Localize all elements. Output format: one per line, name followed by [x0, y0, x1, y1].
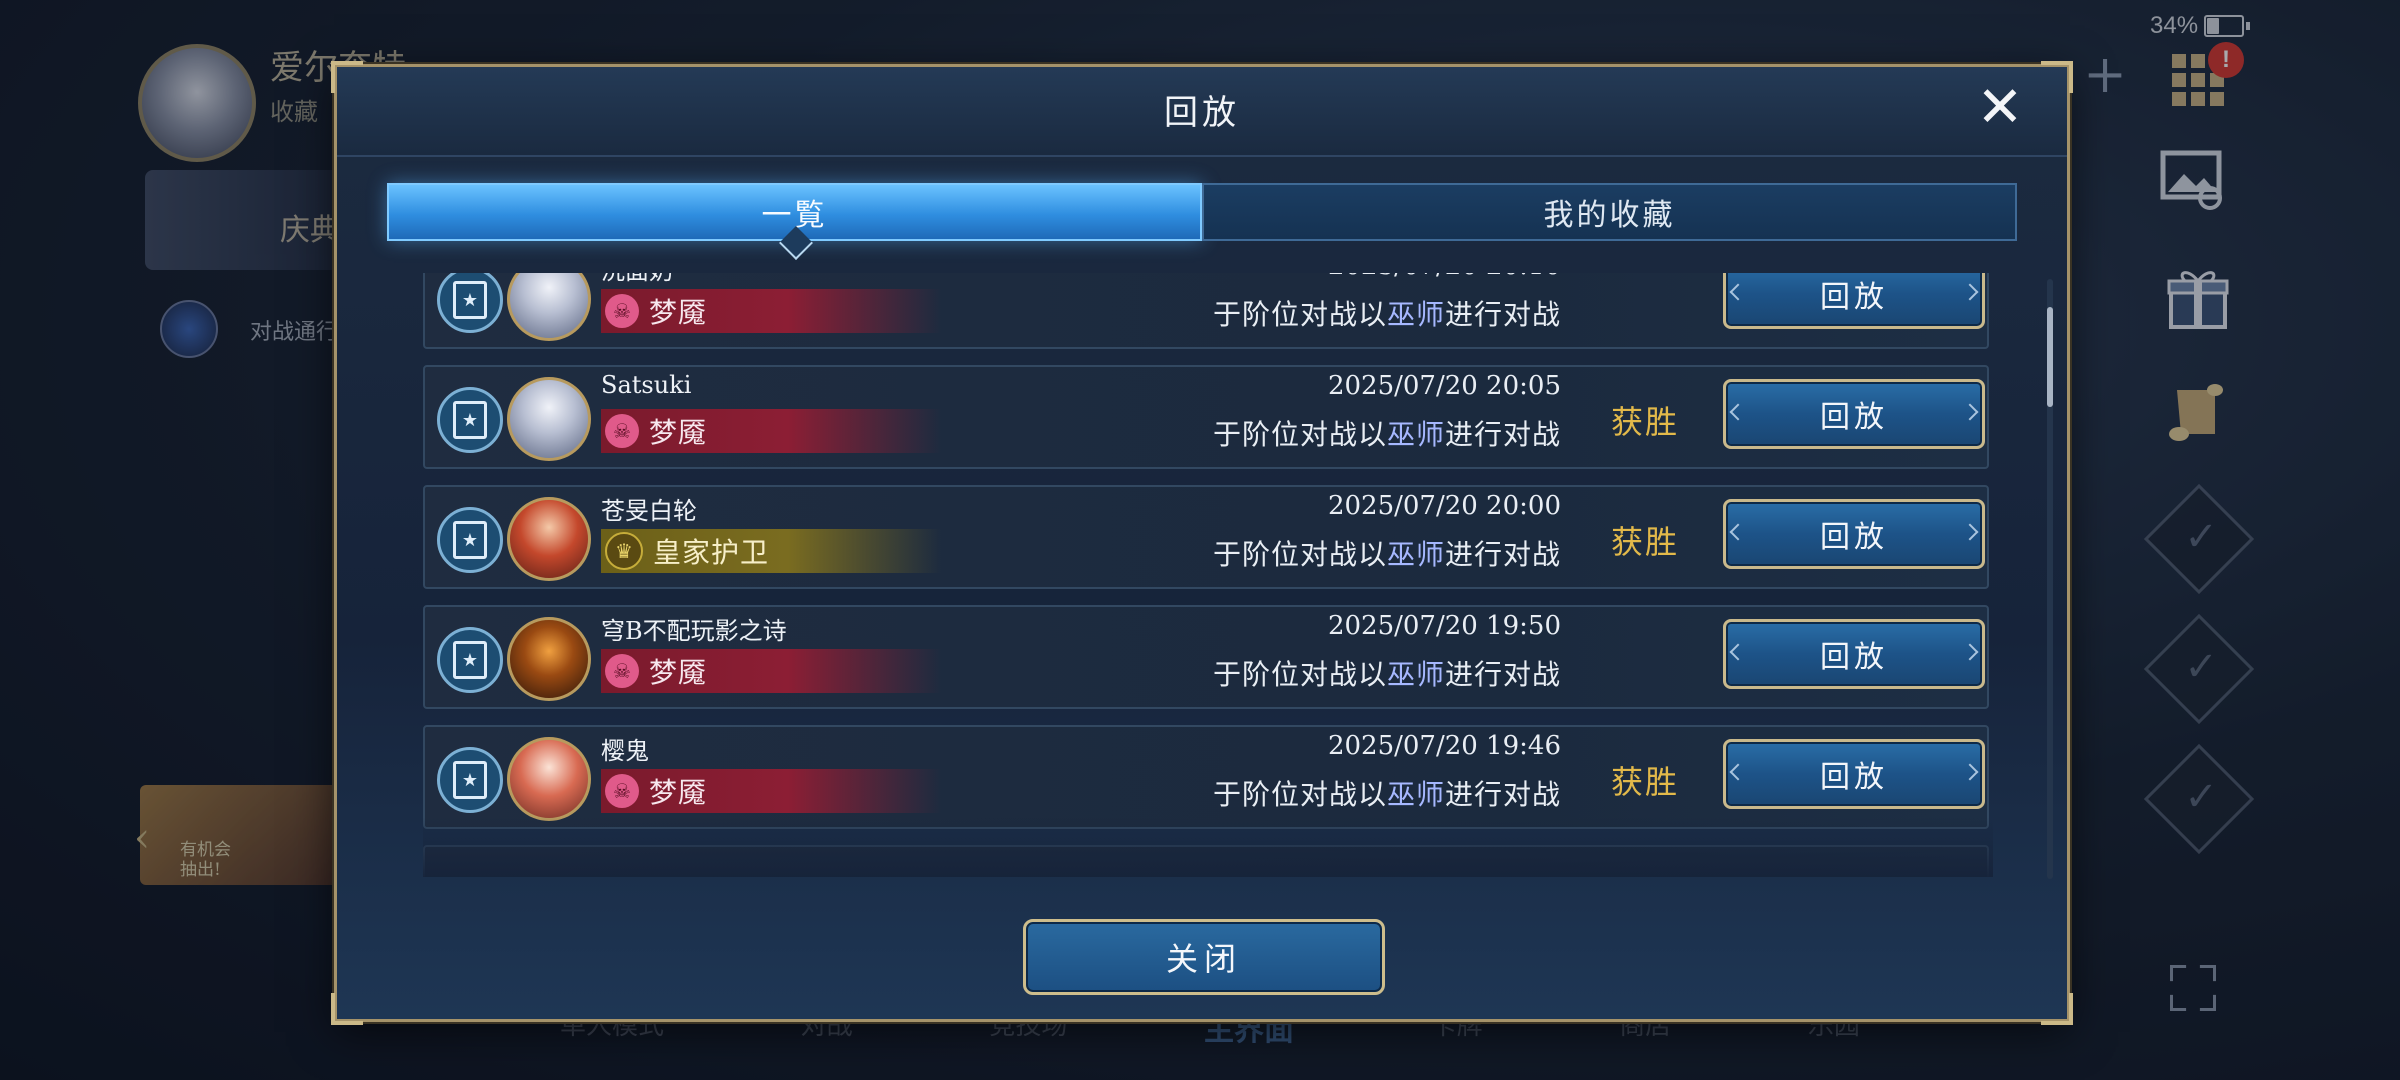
star-icon: ★	[453, 281, 487, 319]
nightmare-icon: ☠	[605, 774, 639, 808]
star-icon: ★	[453, 761, 487, 799]
desc-suffix: 进行对战	[1444, 538, 1561, 571]
opponent-name: 穹B不配玩影之诗	[601, 617, 787, 645]
match-description: 于阶位对战以巫师进行对战	[1213, 653, 1561, 693]
desc-suffix: 进行对战	[1444, 658, 1561, 691]
tab-overview[interactable]: 一覧	[387, 183, 1202, 260]
win-badge: 获胜	[1611, 763, 1680, 801]
tab-label: 我的收藏	[1543, 198, 1676, 233]
desc-class: 巫师	[1386, 418, 1445, 451]
bookmark-star-button[interactable]: ★	[437, 273, 503, 333]
match-datetime: 2025/07/20 19:46	[1327, 731, 1561, 761]
replay-list[interactable]: ★洗面奶☠梦魇2025/07/20 20:10于阶位对战以巫师进行对战回放★Sa…	[423, 273, 1993, 877]
replay-row: ★ 苍旻白轮 ♛ 皇家护卫 2025/07/20 20:00 于阶位对战以巫师进行对战 获胜…	[423, 485, 1989, 589]
desc-prefix: 于阶位对战以	[1212, 418, 1387, 451]
opponent-class: ☠ 梦魇	[601, 289, 941, 333]
bookmark-star-button[interactable]: ★	[437, 507, 503, 573]
opponent-avatar	[507, 377, 591, 461]
bookmark-star-button[interactable]: ★	[437, 747, 503, 813]
match-description: 于阶位对战以巫师进行对战	[1213, 773, 1561, 813]
replay-button-label: 回放	[1820, 760, 1888, 795]
desc-class: 巫师	[1386, 778, 1445, 811]
modal-header: 回放 ✕	[337, 67, 2067, 157]
opponent-avatar	[507, 617, 591, 701]
replay-button[interactable]: 回放	[1723, 379, 1985, 449]
nightmare-icon: ☠	[605, 414, 639, 448]
replay-button[interactable]: 回放	[1723, 273, 1985, 329]
class-name: 梦魇	[649, 296, 708, 329]
list-scrollbar[interactable]	[2047, 279, 2053, 879]
class-name: 梦魇	[649, 776, 708, 809]
win-badge: 获胜	[1611, 523, 1680, 561]
replay-row: ★ 樱鬼 ☠ 梦魇 2025/07/20 19:46 于阶位对战以巫师进行对战 获胜 回放	[423, 725, 1989, 829]
close-button-label: 关闭	[1165, 940, 1242, 978]
opponent-name: 樱鬼	[601, 737, 649, 765]
replay-button[interactable]: 回放	[1723, 619, 1985, 689]
opponent-name: Satsuki	[601, 371, 692, 399]
class-name: 梦魇	[649, 656, 708, 689]
opponent-name: 洗面奶	[601, 273, 673, 286]
opponent-avatar	[507, 497, 591, 581]
replay-row: ★ 穹B不配玩影之诗 ☠ 梦魇 2025/07/20 19:50 于阶位对战以巫师进行对战…	[423, 605, 1989, 709]
desc-suffix: 进行对战	[1444, 298, 1561, 331]
opponent-avatar	[507, 737, 591, 821]
desc-suffix: 进行对战	[1444, 778, 1561, 811]
desc-class: 巫师	[1386, 298, 1445, 331]
opponent-class: ♛ 皇家护卫	[601, 529, 941, 573]
replay-button[interactable]: 回放	[1723, 499, 1985, 569]
replay-button-label: 回放	[1820, 400, 1888, 435]
bookmark-star-button[interactable]: ★	[437, 387, 503, 453]
desc-prefix: 于阶位对战以	[1212, 658, 1387, 691]
close-icon[interactable]: ✕	[1975, 80, 2025, 136]
scrollbar-thumb[interactable]	[2047, 307, 2053, 407]
match-datetime: 2025/07/20 20:05	[1327, 371, 1561, 401]
list-fade	[423, 817, 1993, 877]
star-icon: ★	[453, 401, 487, 439]
replay-row: ★ 洗面奶 ☠ 梦魇 2025/07/20 20:10 于阶位对战以巫师进行对战 回放	[423, 273, 1989, 349]
desc-class: 巫师	[1386, 538, 1445, 571]
replay-button-label: 回放	[1820, 520, 1888, 555]
desc-suffix: 进行对战	[1444, 418, 1561, 451]
tab-my-favorites[interactable]: 我的收藏	[1202, 183, 2017, 241]
crown-icon: ♛	[605, 532, 643, 570]
match-description: 于阶位对战以巫师进行对战	[1213, 413, 1561, 453]
nightmare-icon: ☠	[605, 654, 639, 688]
opponent-class: ☠ 梦魇	[601, 649, 941, 693]
replay-button[interactable]: 回放	[1723, 739, 1985, 809]
match-datetime: 2025/07/20 19:50	[1327, 611, 1561, 641]
opponent-class: ☠ 梦魇	[601, 409, 941, 453]
bookmark-star-button[interactable]: ★	[437, 627, 503, 693]
close-button[interactable]: 关闭	[1023, 919, 1385, 995]
opponent-class: ☠ 梦魇	[601, 769, 941, 813]
match-datetime: 2025/07/20 20:00	[1327, 491, 1561, 521]
win-badge: 获胜	[1611, 403, 1680, 441]
desc-prefix: 于阶位对战以	[1212, 298, 1387, 331]
replay-modal: 回放 ✕ 一覧 我的收藏 ★ 洗面奶 ☠ 梦魇 2025/07/20 20:10 于阶位对…	[331, 61, 2073, 1025]
match-description: 于阶位对战以巫师进行对战	[1213, 293, 1561, 333]
opponent-name: 苍旻白轮	[601, 497, 697, 525]
replay-button-label: 回放	[1820, 640, 1888, 675]
replay-button-label: 回放	[1820, 280, 1888, 315]
desc-prefix: 于阶位对战以	[1212, 538, 1387, 571]
replay-row: ★ Satsuki ☠ 梦魇 2025/07/20 20:05 于阶位对战以巫师进行对战 获…	[423, 365, 1989, 469]
nightmare-icon: ☠	[605, 294, 639, 328]
star-icon: ★	[453, 641, 487, 679]
star-icon: ★	[453, 521, 487, 559]
opponent-avatar	[507, 273, 591, 341]
tab-bar: 一覧 我的收藏	[387, 183, 2017, 260]
desc-class: 巫师	[1386, 658, 1445, 691]
class-name: 皇家护卫	[653, 536, 770, 569]
match-datetime: 2025/07/20 20:10	[1328, 273, 1561, 281]
desc-prefix: 于阶位对战以	[1212, 778, 1387, 811]
modal-title: 回放	[1164, 93, 1240, 133]
match-description: 于阶位对战以巫师进行对战	[1213, 533, 1561, 573]
class-name: 梦魇	[649, 416, 708, 449]
